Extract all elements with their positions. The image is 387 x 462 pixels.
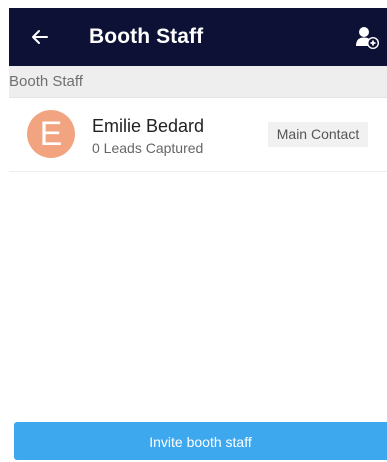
avatar: E	[27, 110, 75, 158]
main-contact-badge: Main Contact	[268, 122, 368, 147]
staff-name: Emilie Bedard	[92, 116, 205, 136]
back-button[interactable]	[26, 23, 54, 51]
arrow-left-icon	[32, 30, 48, 44]
add-person-icon	[356, 27, 379, 49]
app-bar: Booth Staff	[9, 8, 387, 66]
section-label: Booth Staff	[9, 73, 83, 90]
add-staff-button[interactable]	[353, 24, 381, 52]
section-header: Booth Staff	[9, 66, 387, 98]
leads-captured: 0 Leads Captured	[92, 140, 204, 156]
invite-booth-staff-button[interactable]: Invite booth staff	[14, 422, 387, 460]
staff-list-item[interactable]: E Emilie Bedard 0 Leads Captured Main Co…	[9, 98, 387, 172]
page-title: Booth Staff	[89, 25, 204, 48]
